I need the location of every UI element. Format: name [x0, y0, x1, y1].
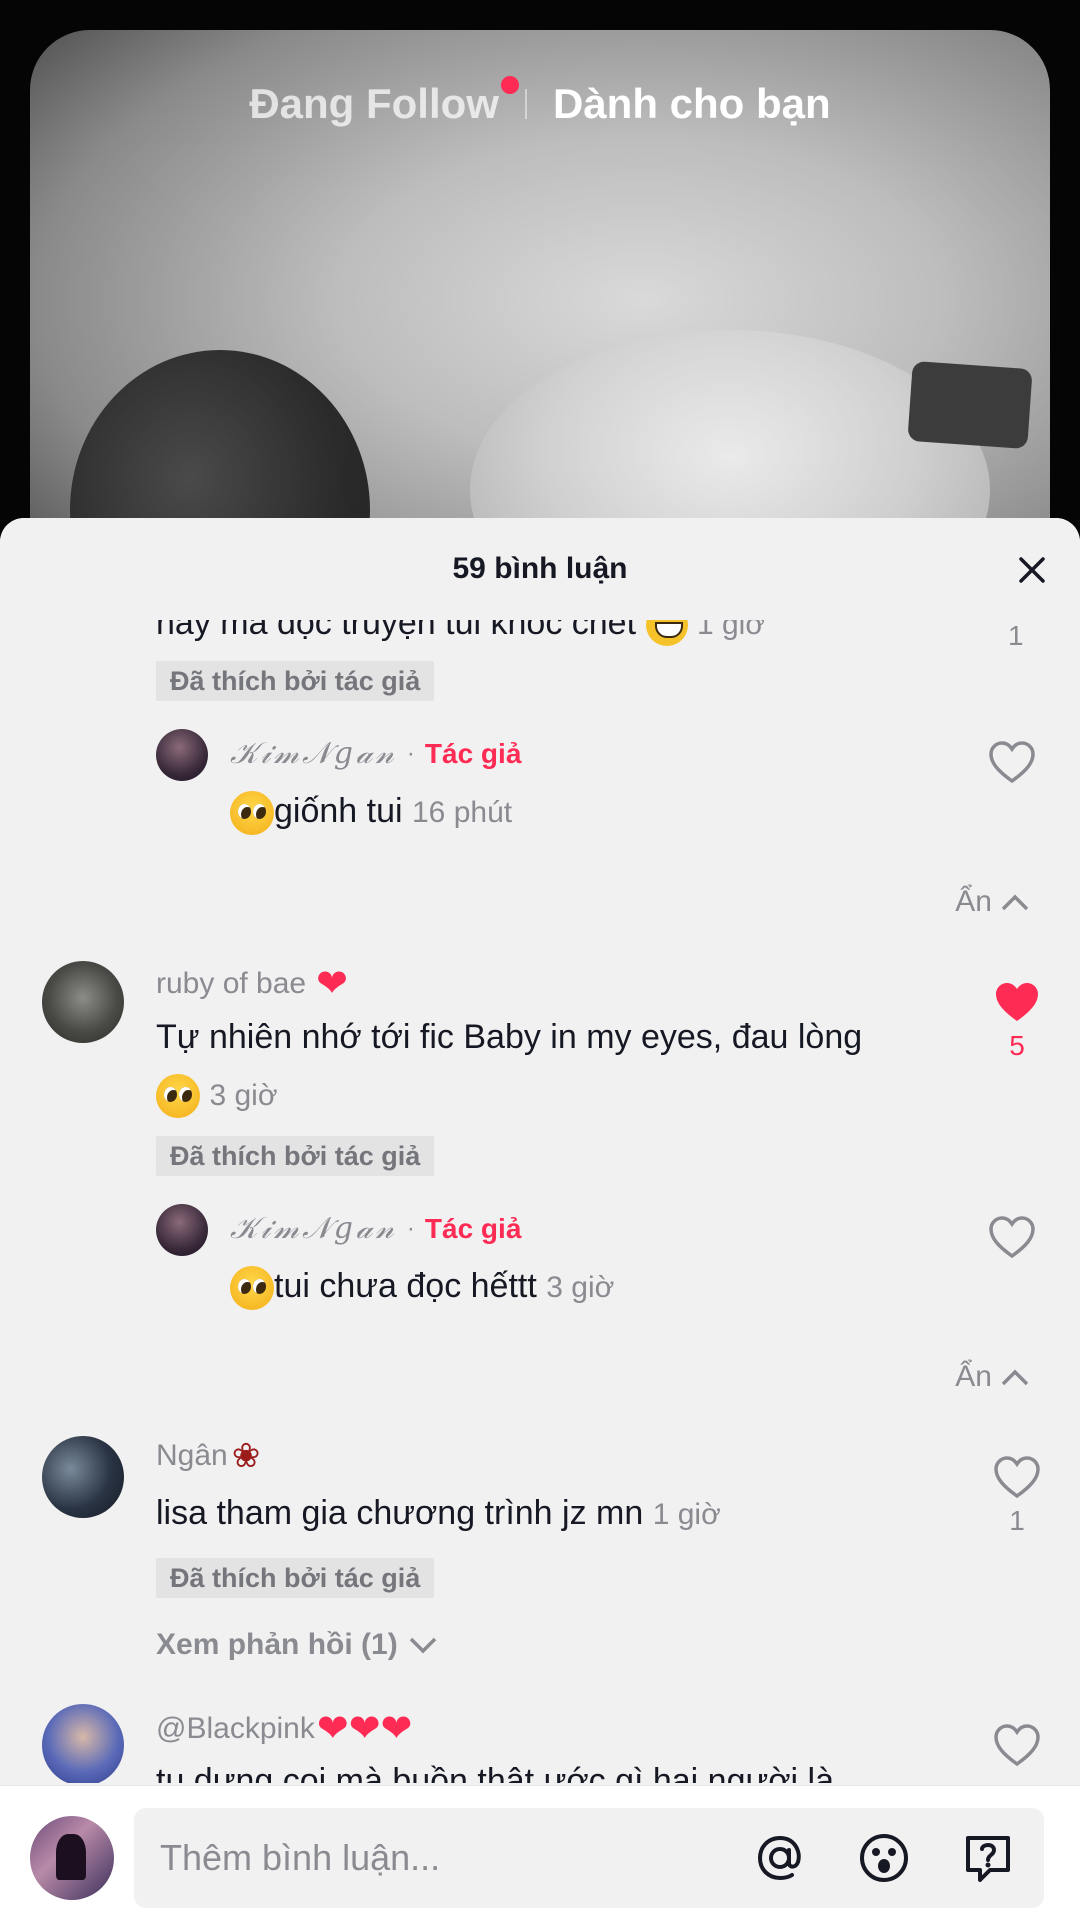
comment-text: lisa tham gia chương trình jz mn 1 giờ [156, 1494, 721, 1533]
reply-like-button[interactable] [982, 740, 1042, 784]
comment-input-bar: Thêm bình luận... [0, 1785, 1080, 1920]
sheet-header: 59 bình luận [0, 518, 1080, 620]
comment-text: tụ dưng coi mà buồn thật ước gì hai ngườ… [156, 1762, 835, 1783]
view-replies-label: Xem phản hồi (1) [156, 1628, 398, 1661]
author-tag: Tác giả [424, 1212, 522, 1244]
comment-username[interactable]: @Blackpink [156, 1712, 315, 1746]
question-icon[interactable] [960, 1830, 1016, 1886]
comment-like-button[interactable]: 5 [987, 980, 1047, 1062]
tab-for-you[interactable]: Dành cho bạn [553, 80, 831, 128]
user-avatar[interactable] [42, 1704, 124, 1783]
video-shape-object [907, 360, 1033, 450]
pleading-face-emoji-icon [156, 1074, 200, 1118]
reply-text: giốnh tui 16 phút [230, 791, 512, 835]
heart-icon [994, 1456, 1040, 1499]
reply-author-name[interactable]: 𝒦𝒾𝓂𝒩𝑔𝒶𝓃 [230, 1211, 397, 1246]
close-icon [1019, 557, 1045, 583]
at-icon[interactable] [752, 1830, 808, 1886]
reply-time: 16 phút [412, 795, 513, 829]
reply-author-name[interactable]: 𝒦𝒾𝓂𝒩𝑔𝒶𝓃 [230, 736, 397, 771]
comment-count-title: 59 bình luận [452, 552, 628, 585]
comments-list[interactable]: hay mà đọc truyện tui khóc chết 1 giờ 1 … [0, 518, 1080, 1783]
comment-like-count: 5 [1009, 1030, 1025, 1061]
comment-username[interactable]: Ngân [156, 1439, 228, 1473]
tab-divider [524, 89, 527, 119]
tab-following[interactable]: Đang Follow [249, 76, 519, 128]
comment-header: Ngân ❀ [156, 1436, 260, 1476]
user-avatar[interactable] [42, 1436, 124, 1518]
comment-input[interactable]: Thêm bình luận... [134, 1808, 1044, 1908]
comment-like-count: 1 [1009, 1505, 1025, 1536]
chevron-up-icon [1001, 894, 1029, 911]
partial-comment-like-count: 1 [1008, 620, 1024, 651]
comment-like-button[interactable]: 1 [987, 1455, 1047, 1537]
red-heart-emoji-icon: ❤ [316, 963, 348, 1005]
current-user-avatar[interactable] [30, 1816, 114, 1900]
liked-by-author-badge: Đã thích bởi tác giả [156, 1136, 435, 1176]
hide-replies-button[interactable]: Ẩn [955, 1360, 1030, 1394]
hide-label: Ẩn [955, 1360, 992, 1393]
tab-following-label: Đang Follow [249, 80, 499, 127]
emoji-icon[interactable] [856, 1830, 912, 1886]
comment-text-line: Tự nhiên nhớ tới fic Baby in my eyes, đa… [156, 1018, 863, 1056]
liked-by-author-badge: Đã thích bởi tác giả [156, 661, 435, 701]
reply-body: tui chưa đọc hếttt [274, 1266, 537, 1305]
dot-separator: · [406, 739, 415, 767]
author-tag: Tác giả [424, 737, 522, 769]
hide-label: Ẩn [955, 885, 992, 918]
close-button[interactable] [1010, 548, 1054, 592]
reply-like-button[interactable] [982, 1215, 1042, 1259]
chevron-down-icon [409, 1637, 436, 1654]
view-replies-button[interactable]: Xem phản hồi (1) [156, 1628, 438, 1662]
comment-time: 1 giờ [652, 1498, 721, 1531]
comment-username[interactable]: ruby of bae [156, 967, 306, 1001]
feed-tabs: Đang Follow Dành cho bạn [0, 76, 1080, 128]
comment-text-line-2: 3 giờ [156, 1074, 278, 1118]
dot-separator: · [406, 1214, 415, 1242]
comments-sheet: hay mà đọc truyện tui khóc chết 1 giờ 1 … [0, 518, 1080, 1920]
heart-icon [989, 741, 1035, 784]
heart-icon [989, 1216, 1035, 1259]
liked-by-author-badge: Đã thích bởi tác giả [156, 1558, 435, 1598]
heart-icon [994, 1724, 1040, 1767]
chevron-up-icon [1001, 1369, 1029, 1386]
reply-text: tui chưa đọc hếttt 3 giờ [230, 1266, 614, 1310]
reply-header: 𝒦𝒾𝓂𝒩𝑔𝒶𝓃 · Tác giả [230, 1211, 521, 1246]
comment-header: ruby of bae ❤ [156, 961, 348, 1006]
author-avatar[interactable] [156, 1204, 208, 1256]
author-avatar[interactable] [156, 729, 208, 781]
notification-dot [500, 76, 519, 94]
comment-body: lisa tham gia chương trình jz mn [156, 1494, 644, 1532]
reply-time: 3 giờ [546, 1270, 615, 1304]
heart-filled-icon [996, 983, 1038, 1021]
comment-like-button[interactable] [987, 1723, 1047, 1767]
user-avatar[interactable] [42, 961, 124, 1043]
reply-header: 𝒦𝒾𝓂𝒩𝑔𝒶𝓃 · Tác giả [230, 736, 521, 771]
red-heart-emoji-icon: ❤❤❤ [316, 1708, 413, 1750]
pleading-face-emoji-icon [230, 1266, 274, 1310]
comment-header: @Blackpink ❤❤❤ [156, 1706, 412, 1751]
hide-replies-button[interactable]: Ẩn [955, 885, 1030, 919]
reply-body: giốnh tui [274, 791, 403, 830]
pleading-face-emoji-icon [230, 791, 274, 835]
wilted-rose-emoji-icon: ❀ [231, 1437, 261, 1475]
comment-placeholder: Thêm bình luận... [160, 1837, 441, 1878]
comment-time: 3 giờ [209, 1078, 278, 1112]
